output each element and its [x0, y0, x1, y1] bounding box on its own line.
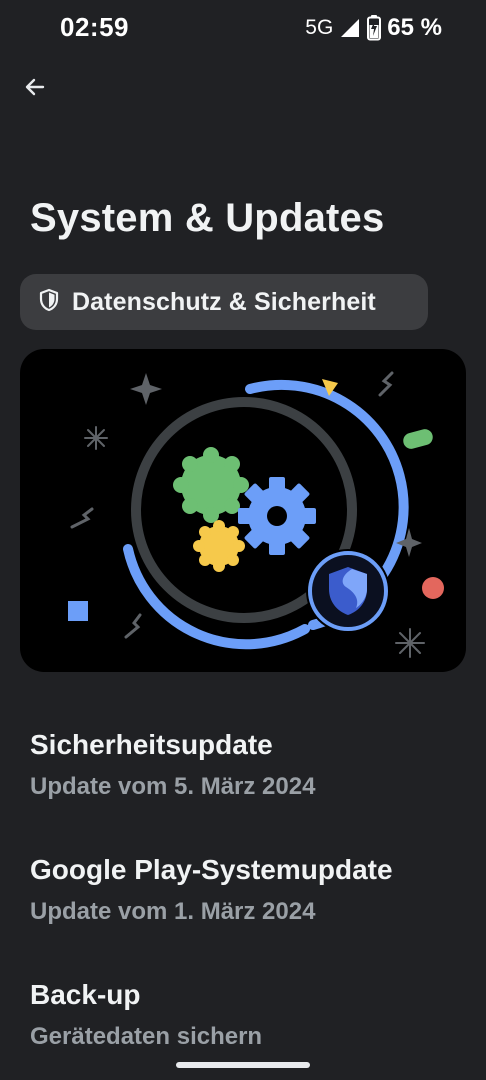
- chip-label: Datenschutz & Sicherheit: [72, 287, 376, 316]
- shield-outline-icon: [38, 288, 60, 317]
- item-subtitle: Gerätedaten sichern: [30, 1023, 263, 1050]
- arrow-left-icon: [23, 75, 47, 104]
- security-update-item[interactable]: Sicherheitsupdate Update vom 5. März 202…: [30, 729, 460, 801]
- item-subtitle: Update vom 5. März 2024: [30, 773, 316, 800]
- privacy-security-chip[interactable]: Datenschutz & Sicherheit: [20, 274, 428, 330]
- settings-screen: 02:59 5G 65 % System & Updates Datenschu…: [0, 0, 486, 1080]
- battery-percent: 65 %: [387, 14, 442, 41]
- backup-item[interactable]: Back-up Gerätedaten sichern: [30, 979, 460, 1051]
- back-button[interactable]: [14, 68, 56, 110]
- item-title: Google Play-Systemupdate: [30, 854, 393, 885]
- system-updates-illustration: [20, 349, 466, 672]
- signal-icon: [339, 17, 361, 39]
- battery-charging-icon: [367, 15, 382, 41]
- page-title: System & Updates: [30, 196, 385, 240]
- item-subtitle: Update vom 1. März 2024: [30, 898, 316, 925]
- status-bar: 02:59 5G 65 %: [0, 0, 486, 56]
- status-icons: 5G 65 %: [305, 14, 442, 42]
- network-type: 5G: [305, 16, 334, 39]
- item-title: Back-up: [30, 979, 141, 1010]
- google-play-system-update-item[interactable]: Google Play-Systemupdate Update vom 1. M…: [30, 854, 460, 926]
- item-title: Sicherheitsupdate: [30, 729, 273, 760]
- status-time: 02:59: [60, 12, 129, 42]
- gesture-nav-bar[interactable]: [176, 1062, 310, 1068]
